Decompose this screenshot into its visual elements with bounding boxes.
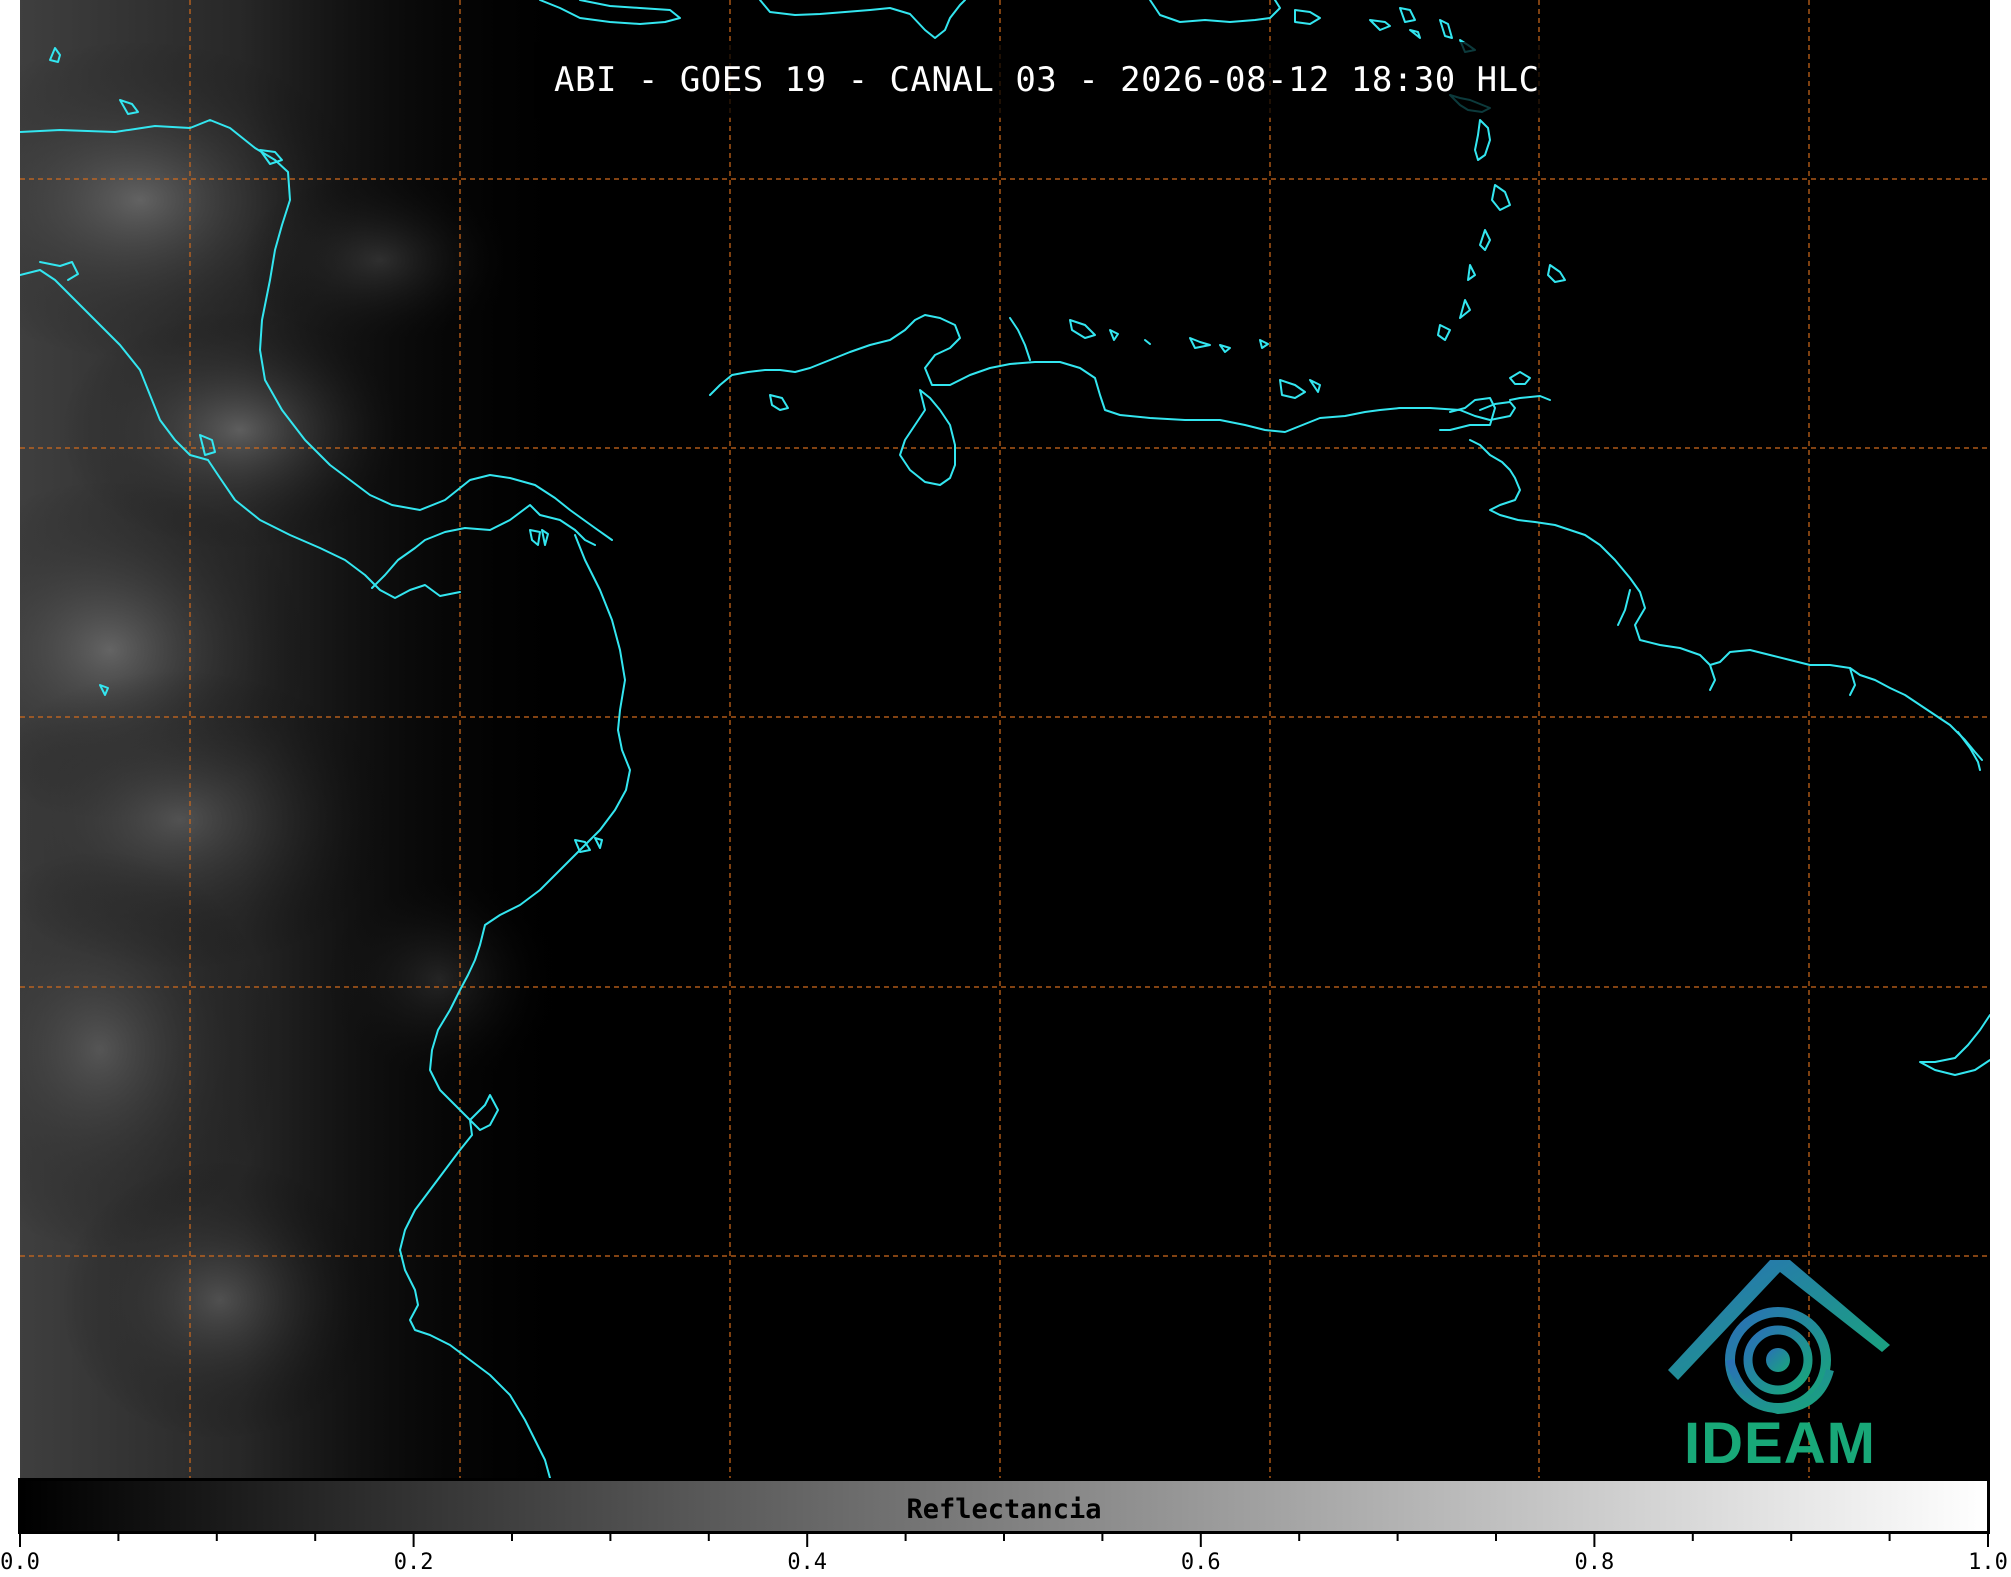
colorbar-label: Reflectancia [906,1494,1102,1525]
colorbar-tick-label: 0.2 [393,1550,434,1575]
ideam-logo-icon [1668,1260,1890,1415]
map-title-box: ABI - GOES 19 - CANAL 03 - 2026-08-12 18… [534,42,1560,118]
ideam-logo: IDEAM [1660,1250,1900,1476]
colorbar-tick-label: 1.0 [1968,1550,2008,1575]
ideam-logo-text: IDEAM [1684,1411,1876,1476]
colorbar-tick-label: 0.8 [1574,1550,1615,1575]
satellite-map: ABI - GOES 19 - CANAL 03 - 2026-08-12 18… [20,0,1990,1478]
colorbar: Reflectancia [18,1478,1990,1534]
colorbar-tick-label: 0.6 [1180,1550,1221,1575]
map-title: ABI - GOES 19 - CANAL 03 - 2026-08-12 18… [554,60,1540,100]
colorbar-tick-label: 0.4 [787,1550,828,1575]
colorbar-tick-label: 0.0 [0,1550,40,1575]
